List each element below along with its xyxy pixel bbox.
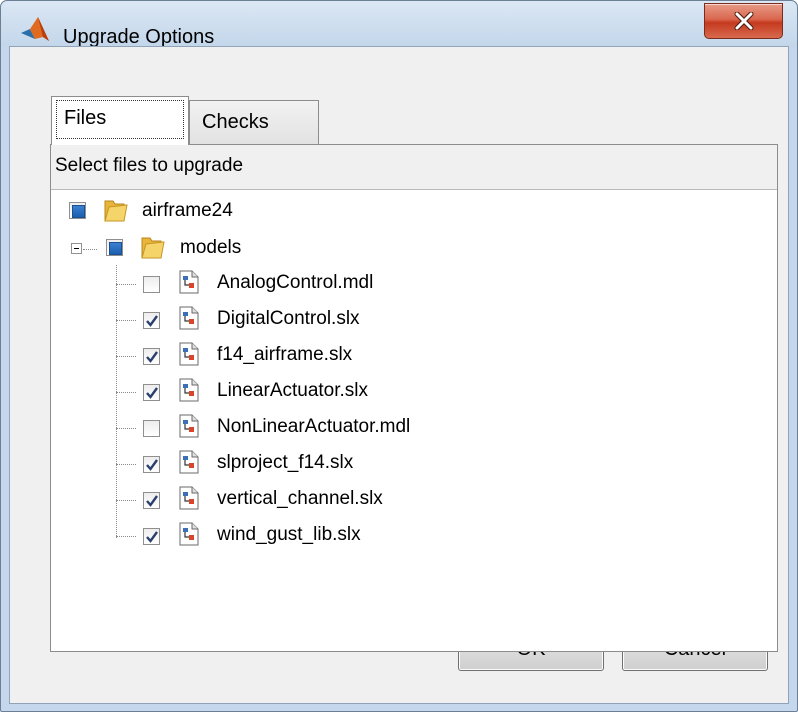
- dialog-body: Files Checks Select files to upgrade air…: [9, 46, 789, 704]
- checkbox-checked[interactable]: [143, 492, 160, 509]
- checkbox-root[interactable]: [69, 202, 86, 219]
- folder-icon: [141, 237, 165, 259]
- checkbox-checked[interactable]: [143, 456, 160, 473]
- tree-node-file[interactable]: AnalogControl.mdl: [51, 264, 751, 296]
- checkmark-icon: [146, 351, 158, 363]
- checkbox-unchecked[interactable]: [143, 420, 160, 437]
- simulink-model-file-icon: [179, 306, 199, 330]
- tree-node-file[interactable]: NonLinearActuator.mdl: [51, 408, 751, 440]
- checkmark-icon: [146, 495, 158, 507]
- checkbox-checked[interactable]: [143, 528, 160, 545]
- tree-node-file-label: wind_gust_lib.slx: [217, 524, 361, 545]
- title-bar[interactable]: Upgrade Options: [1, 1, 797, 48]
- tree-node-file[interactable]: wind_gust_lib.slx: [51, 516, 751, 548]
- simulink-model-file-icon: [179, 342, 199, 366]
- tab-files-label: Files: [64, 107, 107, 129]
- tree-node-file-label: LinearActuator.slx: [217, 380, 369, 401]
- file-tree[interactable]: airframe24 models AnalogControl.mdl Digit…: [51, 189, 777, 651]
- close-button[interactable]: [704, 3, 783, 39]
- tab-checks-label: Checks: [202, 111, 269, 133]
- tree-node-file[interactable]: vertical_channel.slx: [51, 480, 751, 512]
- simulink-model-file-icon: [179, 450, 199, 474]
- tree-node-file-label: DigitalControl.slx: [217, 308, 360, 329]
- tree-node-file-label: NonLinearActuator.mdl: [217, 416, 411, 437]
- simulink-model-file-icon: [179, 486, 199, 510]
- checkbox-checked[interactable]: [143, 348, 160, 365]
- checkbox-checked[interactable]: [143, 312, 160, 329]
- close-icon: [734, 12, 754, 30]
- checkmark-icon: [146, 531, 158, 543]
- tree-node-models[interactable]: models: [51, 227, 751, 259]
- tree-node-file-label: vertical_channel.slx: [217, 488, 383, 509]
- checkbox-unchecked[interactable]: [143, 276, 160, 293]
- checkbox-models[interactable]: [106, 239, 123, 256]
- tree-node-models-label: models: [180, 237, 242, 258]
- tree-node-file[interactable]: f14_airframe.slx: [51, 336, 751, 368]
- tree-node-root-label: airframe24: [142, 200, 233, 221]
- tab-files[interactable]: Files: [51, 96, 189, 145]
- tree-node-file-label: f14_airframe.slx: [217, 344, 353, 365]
- checkmark-icon: [146, 315, 158, 327]
- simulink-model-file-icon: [179, 414, 199, 438]
- checkmark-icon: [146, 459, 158, 471]
- tab-checks[interactable]: Checks: [189, 100, 319, 144]
- checkbox-checked[interactable]: [143, 384, 160, 401]
- tree-node-file-label: AnalogControl.mdl: [217, 272, 374, 293]
- simulink-model-file-icon: [179, 378, 199, 402]
- folder-icon: [104, 200, 128, 222]
- simulink-model-file-icon: [179, 522, 199, 546]
- tree-node-file[interactable]: slproject_f14.slx: [51, 444, 751, 476]
- tree-node-root[interactable]: airframe24: [51, 190, 751, 222]
- tree-node-file-label: slproject_f14.slx: [217, 452, 354, 473]
- tree-node-file[interactable]: DigitalControl.slx: [51, 300, 751, 332]
- simulink-model-file-icon: [179, 270, 199, 294]
- files-tab-panel: Select files to upgrade airframe24 model…: [50, 144, 778, 652]
- matlab-logo-icon: [21, 17, 49, 41]
- tree-node-file[interactable]: LinearActuator.slx: [51, 372, 751, 404]
- checkmark-icon: [146, 387, 158, 399]
- panel-header: Select files to upgrade: [55, 155, 244, 176]
